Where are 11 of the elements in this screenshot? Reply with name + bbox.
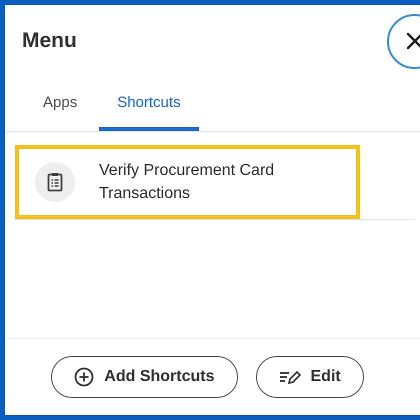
plus-circle-icon	[74, 367, 94, 387]
menu-title: Menu	[22, 29, 77, 53]
clipboard-icon	[35, 162, 75, 202]
shortcut-label: Verify Procurement Card Transactions	[99, 161, 276, 204]
edit-button[interactable]: Edit	[256, 356, 364, 398]
shortcut-item[interactable]: Verify Procurement Card Transactions	[15, 145, 360, 219]
tab[interactable]: Apps	[22, 77, 94, 131]
add-shortcuts-button[interactable]: Add Shortcuts	[51, 356, 238, 398]
edit-list-icon	[278, 369, 300, 385]
close-icon	[404, 31, 420, 51]
tab[interactable]: Shortcuts	[99, 77, 199, 131]
